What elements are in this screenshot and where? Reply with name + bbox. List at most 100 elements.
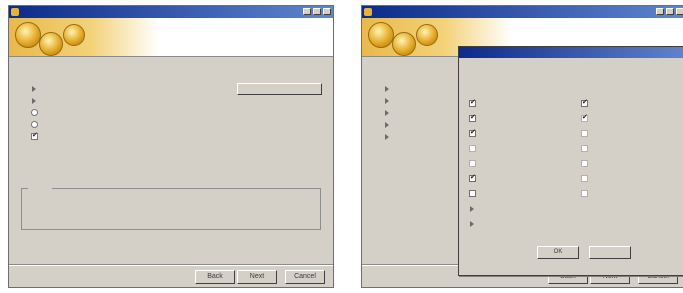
- arrow-icon[interactable]: [384, 109, 391, 116]
- dialog-option: [581, 129, 683, 138]
- title-bar[interactable]: [9, 6, 333, 18]
- dialog-option-label: [593, 99, 683, 107]
- dialog-option: [581, 144, 683, 153]
- installer-window-right: Back Next Cancel OK: [361, 5, 683, 288]
- cancel-button[interactable]: Cancel: [285, 270, 325, 284]
- checkbox-icon: [469, 145, 476, 152]
- arrow-icon[interactable]: [384, 85, 391, 92]
- feature-size: [169, 120, 209, 128]
- arrow-icon[interactable]: [469, 205, 476, 212]
- feature-label: [43, 120, 153, 128]
- banner-subheading: [159, 35, 327, 42]
- banner-heading: [512, 22, 680, 29]
- dialog-title-bar[interactable]: [459, 47, 683, 58]
- feature-item[interactable]: [384, 132, 454, 141]
- feature-list: [31, 84, 236, 144]
- feature-item[interactable]: [31, 131, 236, 141]
- dialog-option-label: [481, 174, 581, 182]
- feature-size: [169, 84, 209, 92]
- checkbox-icon[interactable]: [581, 98, 588, 107]
- dialog-option[interactable]: [469, 204, 584, 213]
- description-group: [21, 184, 321, 230]
- dialog-option-label: [481, 189, 581, 197]
- dialog-option: [581, 113, 683, 123]
- dialog-option-label: [593, 159, 683, 167]
- checkbox-icon[interactable]: [469, 128, 476, 137]
- dialog-option-label: [481, 204, 581, 212]
- checkbox-icon[interactable]: [31, 131, 38, 140]
- back-button[interactable]: Back: [195, 270, 235, 284]
- dialog-option[interactable]: [469, 173, 584, 183]
- checkbox-icon: [581, 190, 588, 197]
- arrow-icon[interactable]: [384, 121, 391, 128]
- dialog-option[interactable]: [469, 98, 584, 108]
- installer-window-left: Back Next Cancel: [8, 5, 334, 288]
- radio-icon[interactable]: [31, 121, 38, 128]
- dialog-options-right: [581, 98, 683, 204]
- banner-subheading: [512, 35, 680, 42]
- minimize-icon[interactable]: [656, 8, 664, 15]
- feature-item[interactable]: [31, 108, 236, 117]
- feature-label: [43, 108, 153, 116]
- app-icon: [11, 8, 19, 16]
- arrow-icon[interactable]: [469, 220, 476, 227]
- dialog-subheading: [465, 69, 625, 76]
- maximize-icon[interactable]: [666, 8, 674, 15]
- close-icon[interactable]: [676, 8, 683, 15]
- advanced-options-dialog: OK: [458, 46, 683, 276]
- button-separator: [9, 264, 333, 266]
- dialog-option[interactable]: [469, 189, 584, 198]
- next-button[interactable]: Next: [237, 270, 277, 284]
- feature-item[interactable]: [384, 120, 454, 129]
- dialog-heading: [465, 62, 625, 69]
- feature-item[interactable]: [384, 84, 454, 93]
- dialog-cancel-button[interactable]: [589, 246, 631, 259]
- dialog-option[interactable]: [469, 113, 584, 123]
- title-bar[interactable]: [362, 6, 683, 18]
- dialog-option-label: [593, 129, 683, 137]
- banner-subheading-2: [159, 43, 327, 50]
- arrow-icon[interactable]: [31, 85, 38, 92]
- app-icon: [364, 8, 372, 16]
- dialog-option-label: [481, 159, 581, 167]
- arrow-icon[interactable]: [384, 97, 391, 104]
- checkbox-icon: [581, 145, 588, 152]
- checkbox-icon: [469, 160, 476, 167]
- checkbox-icon[interactable]: [469, 98, 476, 107]
- feature-item[interactable]: [384, 96, 454, 105]
- dialog-option-label: [593, 189, 683, 197]
- checkbox-icon[interactable]: [469, 113, 476, 122]
- dialog-option-label: [481, 219, 581, 227]
- dialog-option[interactable]: [581, 98, 683, 108]
- checkbox-icon[interactable]: [469, 190, 476, 197]
- feature-item[interactable]: [31, 120, 236, 129]
- dialog-options-left: [469, 98, 584, 234]
- checkbox-icon[interactable]: [469, 173, 476, 182]
- dialog-option: [469, 159, 584, 168]
- feature-size: [169, 132, 209, 140]
- radio-icon[interactable]: [31, 109, 38, 116]
- minimize-icon[interactable]: [303, 8, 311, 15]
- feature-description: [30, 197, 312, 204]
- dialog-option: [581, 174, 683, 183]
- options-button[interactable]: [237, 83, 322, 95]
- feature-item[interactable]: [31, 96, 236, 105]
- dialog-option[interactable]: [469, 219, 584, 228]
- dialog-option[interactable]: [469, 128, 584, 138]
- banner-heading: [159, 22, 327, 29]
- feature-size: [169, 96, 209, 104]
- dialog-option-label: [481, 99, 581, 107]
- arrow-icon[interactable]: [31, 97, 38, 104]
- dialog-subheading-2: [465, 76, 625, 83]
- dialog-option-label: [593, 174, 683, 182]
- dialog-option: [581, 189, 683, 198]
- feature-item[interactable]: [31, 84, 236, 93]
- arrow-icon[interactable]: [384, 133, 391, 140]
- feature-item[interactable]: [384, 108, 454, 117]
- dialog-option-label: [593, 144, 683, 152]
- close-icon[interactable]: [323, 8, 331, 15]
- feature-label: [43, 132, 153, 140]
- ok-button[interactable]: OK: [537, 246, 579, 259]
- group-legend: [28, 184, 52, 191]
- maximize-icon[interactable]: [313, 8, 321, 15]
